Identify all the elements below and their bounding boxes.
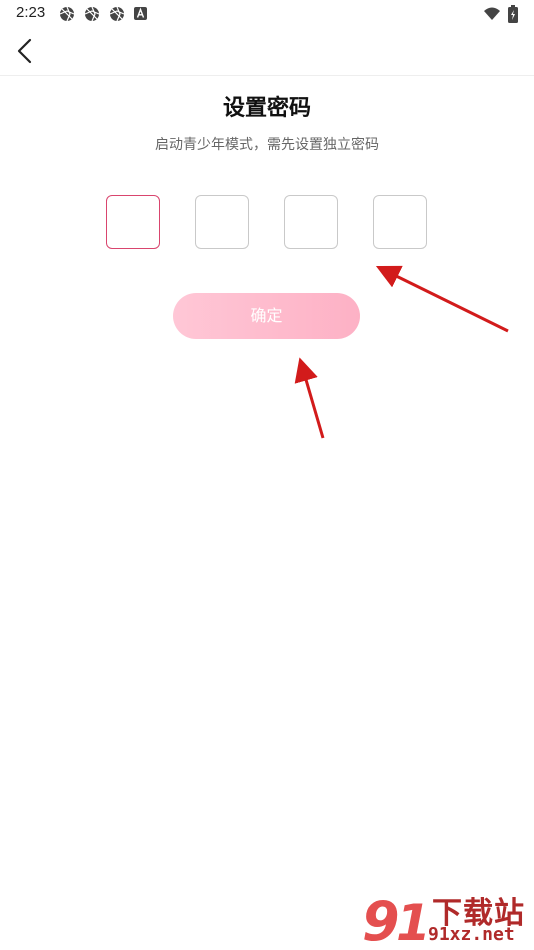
battery-icon: [508, 5, 518, 23]
nav-bar: [0, 28, 534, 76]
page-subtitle: 启动青少年模式，需先设置独立密码: [155, 137, 379, 153]
aperture-icon: [59, 6, 75, 22]
password-digit-4[interactable]: [373, 195, 427, 249]
page: 2:23 设置密码 启动青少年模式，需先设置独立密码 确定 9 1 下载站 91…: [0, 0, 534, 950]
svg-text:9: 9: [362, 890, 400, 948]
aperture-icon: [109, 6, 125, 22]
password-digit-2[interactable]: [195, 195, 249, 249]
confirm-button[interactable]: 确定: [173, 293, 360, 339]
status-time: 2:23: [16, 4, 46, 21]
wifi-icon: [484, 7, 500, 20]
arrow-to-confirm-button: [294, 357, 325, 439]
letter-a-icon: [134, 7, 147, 20]
watermark-logo: 9 1: [362, 890, 428, 948]
back-button[interactable]: [10, 36, 42, 68]
page-title: 设置密码: [222, 96, 311, 121]
svg-text:1: 1: [396, 894, 428, 948]
watermark: 9 1 下载站 91xz.net: [362, 888, 532, 948]
arrow-to-pin-boxes: [375, 265, 509, 333]
chevron-left-icon: [17, 38, 32, 64]
password-digit-3[interactable]: [284, 195, 338, 249]
password-digit-1[interactable]: [106, 195, 160, 249]
status-bar: 2:23: [0, 0, 534, 28]
watermark-site: 91xz.net: [428, 924, 515, 945]
aperture-icon: [84, 6, 100, 22]
